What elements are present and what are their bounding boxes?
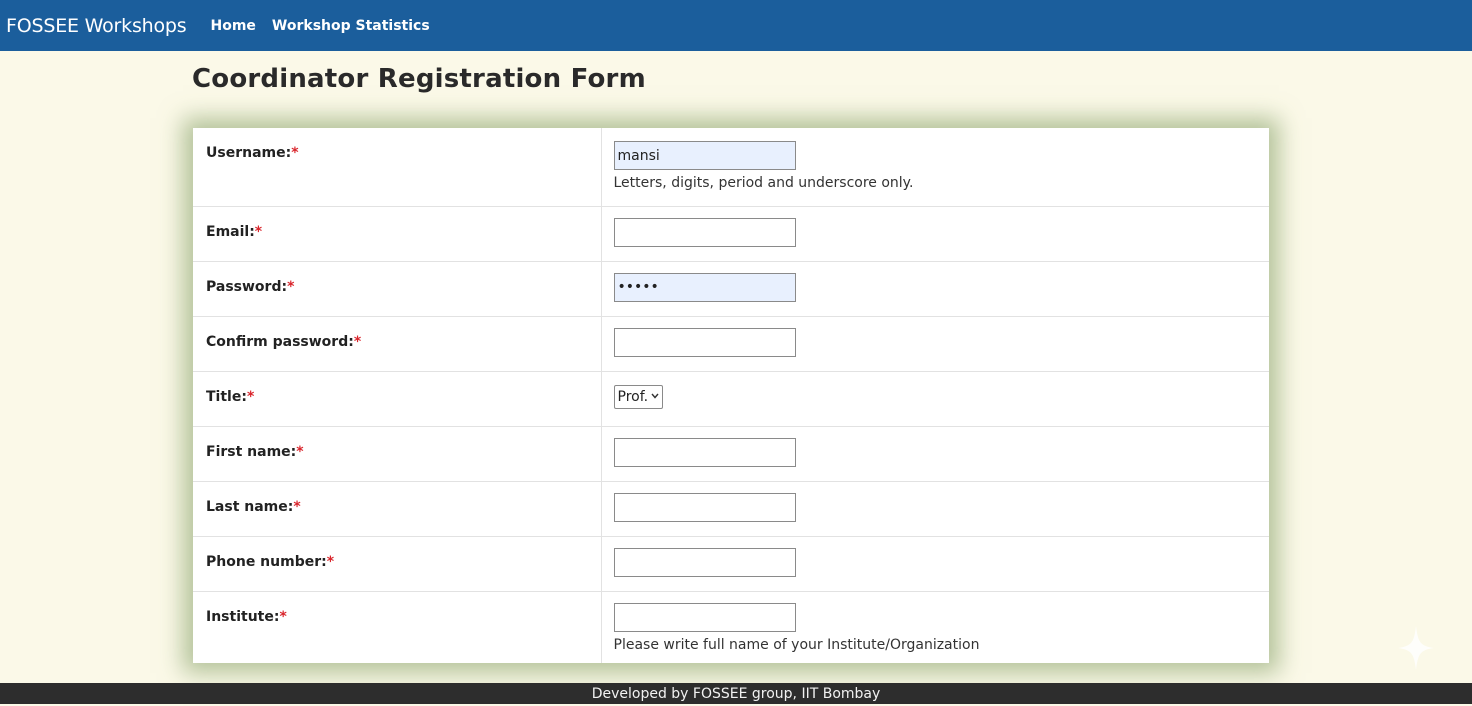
form-field-cell: Letters, digits, period and underscore o… <box>601 128 1269 207</box>
username-input[interactable] <box>613 141 796 170</box>
form-field-cell <box>601 536 1269 592</box>
first-name-label: First name:* <box>206 444 304 460</box>
required-asterisk: * <box>254 223 263 240</box>
form-label-cell: First name:* <box>193 426 602 482</box>
institute-input[interactable] <box>613 602 796 632</box>
email-label: Email:* <box>206 224 262 240</box>
form-row-password: Password:* <box>193 261 1269 317</box>
password-label-text: Password: <box>206 278 288 295</box>
top-navbar: FOSSEE Workshops Home Workshop Statistic… <box>0 0 1472 51</box>
page-title: Coordinator Registration Form <box>192 64 646 94</box>
password-label: Password:* <box>206 279 294 295</box>
form-row-phone-number: Phone number:* <box>193 536 1269 592</box>
email-input[interactable] <box>613 217 796 247</box>
institute-label-text: Institute: <box>206 608 280 625</box>
form-table: Username:* Letters, digits, period and u… <box>193 128 1269 663</box>
title-label: Title:* <box>206 389 254 405</box>
chevron-down-icon <box>651 392 659 402</box>
form-row-title: Title:* Prof. <box>193 371 1269 427</box>
title-label-text: Title: <box>206 388 247 405</box>
required-asterisk: * <box>353 333 362 350</box>
required-asterisk: * <box>246 388 255 405</box>
email-label-text: Email: <box>206 223 255 240</box>
first-name-input[interactable] <box>613 437 796 467</box>
registration-form: Username:* Letters, digits, period and u… <box>193 128 1269 663</box>
form-field-cell: Prof. <box>601 371 1269 427</box>
username-label: Username:* <box>206 145 299 161</box>
last-name-input[interactable] <box>613 492 796 522</box>
form-row-institute: Institute:* Please write full name of yo… <box>193 591 1269 663</box>
form-row-confirm-password: Confirm password:* <box>193 316 1269 372</box>
required-asterisk: * <box>287 278 295 295</box>
form-label-cell: Institute:* <box>193 591 602 663</box>
form-field-cell <box>601 261 1269 317</box>
title-select-value: Prof. <box>617 388 649 405</box>
brand-link[interactable]: FOSSEE Workshops <box>6 15 187 37</box>
form-row-first-name: First name:* <box>193 426 1269 482</box>
form-row-email: Email:* <box>193 206 1269 262</box>
form-row-username: Username:* Letters, digits, period and u… <box>193 128 1269 207</box>
form-field-cell <box>601 426 1269 482</box>
confirm-password-input[interactable] <box>613 327 796 357</box>
page-footer: Developed by FOSSEE group, IIT Bombay <box>0 683 1472 704</box>
username-label-text: Username: <box>206 145 292 161</box>
required-asterisk: * <box>296 443 304 460</box>
form-field-cell <box>601 316 1269 372</box>
phone-number-label: Phone number:* <box>206 554 334 570</box>
form-label-cell: Confirm password:* <box>193 316 602 372</box>
form-field-cell <box>601 206 1269 262</box>
confirm-password-label-text: Confirm password: <box>206 333 354 350</box>
confirm-password-label: Confirm password:* <box>206 334 361 350</box>
last-name-label: Last name:* <box>206 499 301 515</box>
form-label-cell: Username:* <box>193 128 602 207</box>
required-asterisk: * <box>326 553 335 570</box>
phone-number-input[interactable] <box>613 547 796 577</box>
institute-label: Institute:* <box>206 609 287 625</box>
form-label-cell: Last name:* <box>193 481 602 537</box>
phone-number-label-text: Phone number: <box>206 553 327 570</box>
form-field-cell: Please write full name of your Institute… <box>601 591 1269 663</box>
required-asterisk: * <box>279 608 287 625</box>
required-asterisk: * <box>291 145 299 161</box>
form-row-last-name: Last name:* <box>193 481 1269 537</box>
sparkle-icon <box>1398 626 1434 670</box>
form-label-cell: Password:* <box>193 261 602 317</box>
first-name-label-text: First name: <box>206 443 297 460</box>
form-field-cell <box>601 481 1269 537</box>
institute-help-text: Please write full name of your Institute… <box>613 636 980 653</box>
username-help-text: Letters, digits, period and underscore o… <box>613 175 914 191</box>
nav-link-home[interactable]: Home <box>211 18 256 34</box>
form-label-cell: Email:* <box>193 206 602 262</box>
last-name-label-text: Last name: <box>206 498 294 515</box>
password-input[interactable] <box>613 272 796 302</box>
form-label-cell: Title:* <box>193 371 602 427</box>
nav-link-workshop-statistics[interactable]: Workshop Statistics <box>272 18 430 34</box>
required-asterisk: * <box>293 498 301 515</box>
form-label-cell: Phone number:* <box>193 536 602 592</box>
title-select[interactable]: Prof. <box>613 384 664 409</box>
